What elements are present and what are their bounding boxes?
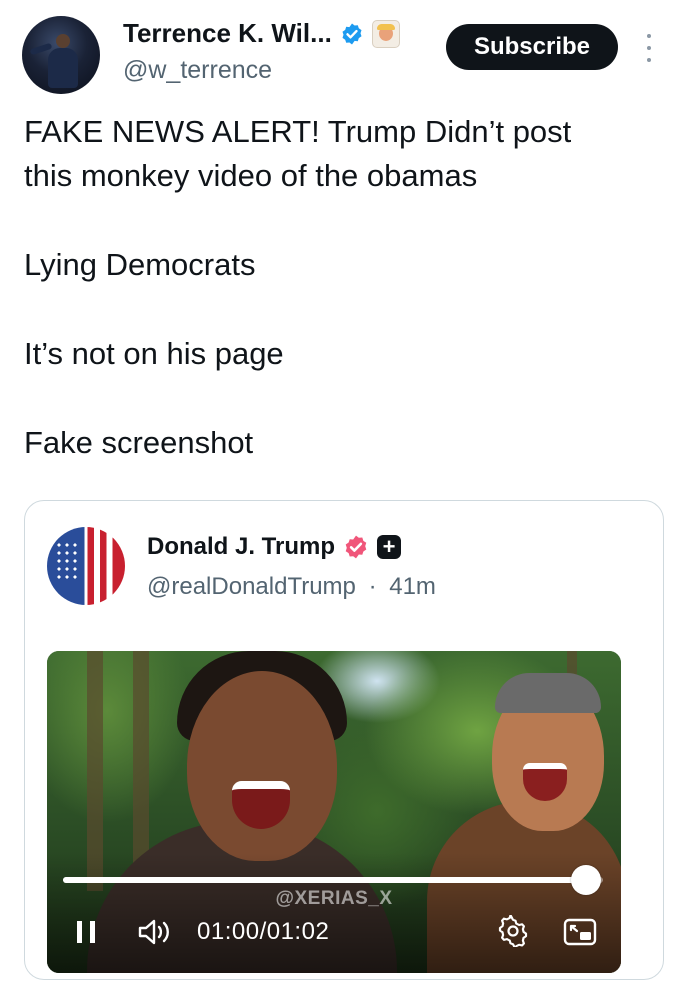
author-handle[interactable]: @w_terrence (123, 56, 272, 85)
more-options-icon[interactable] (643, 34, 655, 62)
post-text-line: FAKE NEWS ALERT! Trump Didn’t post (24, 114, 572, 149)
settings-gear-icon[interactable] (497, 915, 529, 947)
quoted-author-name[interactable]: Donald J. Trump (147, 533, 335, 561)
video-scrubber-handle[interactable] (570, 865, 601, 895)
affiliate-plus-icon: + (377, 535, 402, 559)
total-time: 01:02 (266, 918, 330, 945)
verified-badge-icon (345, 535, 367, 559)
quoted-post-time[interactable]: 41m (389, 573, 436, 600)
video-progress-bar[interactable] (63, 865, 603, 895)
video-player[interactable]: @XERIAS_X 01:00/01:02 (47, 651, 621, 973)
quoted-meta: @realDonaldTrump · 41m (147, 573, 436, 601)
emoji-badge-icon (371, 19, 400, 48)
current-time: 01:00 (197, 918, 260, 945)
video-time: 01:00/01:02 (197, 917, 329, 947)
post-text-line: this monkey video of the obamas (24, 158, 478, 193)
pause-icon[interactable] (77, 921, 95, 947)
author-name-row: Terrence K. Wil... (123, 18, 400, 49)
quoted-author-avatar[interactable] (47, 527, 125, 605)
meta-separator: · (368, 573, 377, 600)
quoted-post-card[interactable]: Donald J. Trump + @realDonaldTrump · 41m… (24, 500, 664, 980)
quoted-author-handle[interactable]: @realDonaldTrump (147, 573, 356, 600)
post-text-line: It’s not on his page (24, 336, 284, 371)
quoted-author-name-row: Donald J. Trump + (147, 533, 402, 561)
video-progress-fill (63, 877, 586, 883)
video-watermark: @XERIAS_X (275, 888, 393, 909)
post-text: FAKE NEWS ALERT! Trump Didn’t post this … (24, 110, 664, 465)
post-text-line: Fake screenshot (24, 425, 254, 460)
author-name[interactable]: Terrence K. Wil... (123, 18, 332, 49)
subscribe-button[interactable]: Subscribe (446, 24, 618, 70)
picture-in-picture-icon[interactable] (563, 917, 597, 947)
volume-icon[interactable] (137, 917, 175, 947)
verified-badge-icon (342, 23, 362, 44)
author-avatar[interactable] (22, 16, 100, 94)
post-text-line: Lying Democrats (24, 247, 256, 282)
time-separator: / (259, 918, 267, 945)
